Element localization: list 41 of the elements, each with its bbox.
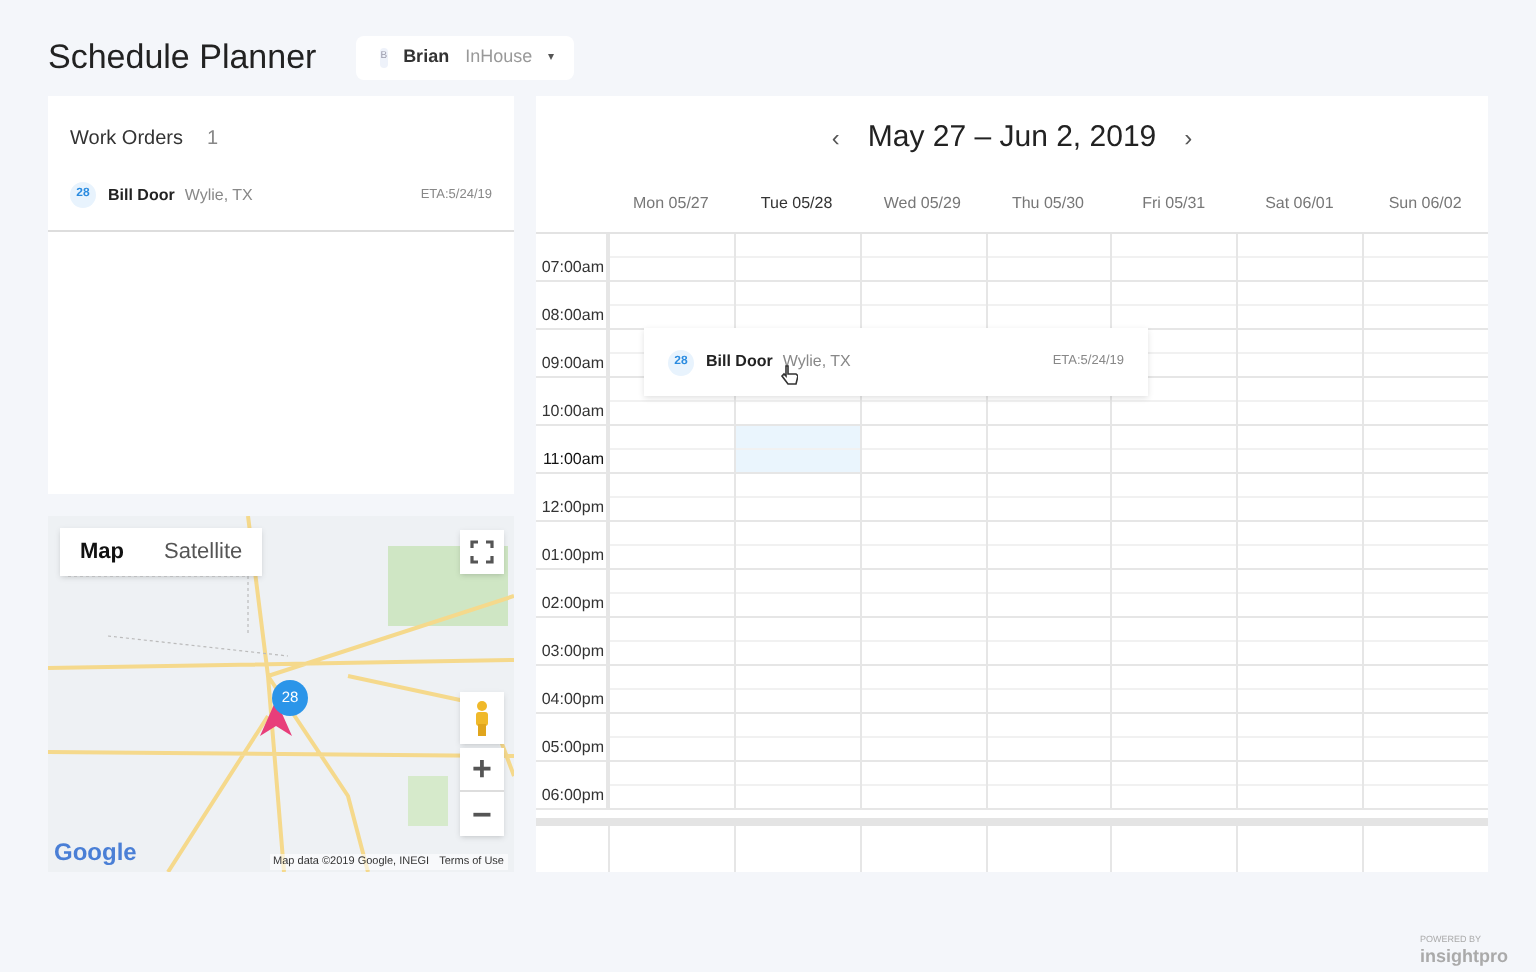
street-view-button[interactable]	[460, 692, 504, 744]
time-label: 09:00am	[541, 354, 604, 372]
person-icon	[472, 700, 492, 736]
order-location: Wylie, TX	[184, 183, 253, 207]
time-label: 11:00am	[542, 450, 604, 468]
user-team: InHouse	[465, 44, 533, 71]
day-header: Tue 05/28	[760, 192, 833, 216]
user-name: Brian	[403, 44, 450, 71]
next-week-button[interactable]: ›	[1184, 120, 1193, 156]
date-range: May 27 – Jun 2, 2019	[867, 117, 1157, 158]
brand-logo: insightpro	[1420, 948, 1508, 966]
zoom-out-button[interactable]: −	[460, 792, 504, 836]
time-label: 10:00am	[541, 402, 604, 420]
time-label: 02:00pm	[541, 594, 604, 612]
zoom-in-button[interactable]: +	[460, 748, 504, 792]
day-header: Fri 05/31	[1142, 192, 1206, 216]
order-name: Bill Door	[108, 183, 175, 207]
previous-week-button[interactable]: ‹	[831, 120, 840, 156]
panel-title: Work Orders	[70, 125, 183, 153]
fullscreen-icon	[470, 540, 494, 564]
page-title: Schedule Planner	[48, 36, 317, 81]
time-label: 01:00pm	[541, 546, 604, 564]
order-name: Bill Door	[706, 350, 773, 374]
time-label: 05:00pm	[541, 738, 604, 756]
time-label: 06:00pm	[541, 786, 604, 804]
fullscreen-button[interactable]	[460, 530, 504, 574]
day-header: Wed 05/29	[883, 192, 961, 216]
time-label: 04:00pm	[541, 690, 604, 708]
map-logo: Google	[54, 836, 137, 870]
time-label: 07:00am	[541, 258, 604, 276]
order-count: 1	[207, 125, 219, 153]
map-type-tab[interactable]: Map	[60, 528, 144, 576]
time-label: 08:00am	[541, 306, 604, 324]
time-label: 12:00pm	[541, 498, 604, 516]
order-location: Wylie, TX	[782, 350, 851, 374]
day-header: Mon 05/27	[633, 192, 709, 216]
map-type-tab[interactable]: Satellite	[144, 528, 263, 576]
day-header: Thu 05/30	[1011, 192, 1084, 216]
day-header: Sun 06/02	[1388, 192, 1462, 216]
time-label: 03:00pm	[541, 642, 604, 660]
day-header: Sat 06/01	[1265, 192, 1334, 216]
